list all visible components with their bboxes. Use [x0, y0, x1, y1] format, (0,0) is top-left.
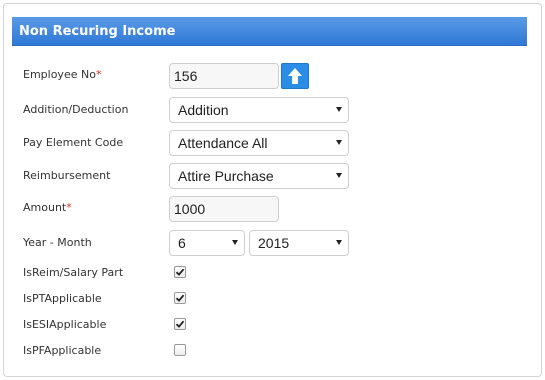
- is-reim-salary-part-label: IsReim/Salary Part: [23, 266, 124, 279]
- panel-title: Non Recuring Income: [19, 24, 176, 39]
- pay-element-code-value: Attendance All: [178, 135, 268, 151]
- month-select[interactable]: 6: [169, 230, 245, 256]
- amount-label: Amount*: [23, 201, 72, 214]
- check-icon: [175, 320, 185, 328]
- check-icon: [175, 294, 185, 302]
- addition-deduction-value: Addition: [178, 102, 229, 118]
- chevron-down-icon: [336, 107, 342, 112]
- is-pf-applicable-checkbox[interactable]: [174, 344, 186, 356]
- is-esi-applicable-checkbox[interactable]: [174, 318, 186, 330]
- amount-input[interactable]: 1000: [169, 196, 279, 222]
- chevron-down-icon: [336, 173, 342, 178]
- chevron-down-icon: [336, 240, 342, 245]
- addition-deduction-select[interactable]: Addition: [169, 97, 349, 123]
- is-pf-applicable-label: IsPFApplicable: [23, 344, 102, 357]
- arrow-up-icon: [288, 68, 302, 84]
- required-mark: *: [66, 201, 72, 214]
- reimbursement-label: Reimbursement: [23, 169, 111, 182]
- employee-no-input[interactable]: 156: [169, 63, 279, 89]
- reimbursement-value: Attire Purchase: [178, 168, 274, 184]
- year-value: 2015: [258, 235, 290, 251]
- chevron-down-icon: [232, 240, 238, 245]
- employee-lookup-button[interactable]: [281, 63, 309, 89]
- is-pt-applicable-checkbox[interactable]: [174, 292, 186, 304]
- check-icon: [175, 268, 185, 276]
- addition-deduction-label: Addition/Deduction: [23, 103, 129, 116]
- year-select[interactable]: 2015: [249, 230, 349, 256]
- is-pt-applicable-label: IsPTApplicable: [23, 292, 102, 305]
- pay-element-code-select[interactable]: Attendance All: [169, 130, 349, 156]
- reimbursement-select[interactable]: Attire Purchase: [169, 163, 349, 189]
- month-value: 6: [178, 235, 186, 251]
- year-month-label: Year - Month: [23, 236, 92, 249]
- is-esi-applicable-label: IsESIApplicable: [23, 318, 107, 331]
- panel-header: Non Recuring Income: [12, 17, 527, 46]
- pay-element-code-label: Pay Element Code: [23, 136, 124, 149]
- is-reim-salary-part-checkbox[interactable]: [174, 266, 186, 278]
- chevron-down-icon: [336, 140, 342, 145]
- employee-no-label: Employee No*: [23, 68, 102, 81]
- required-mark: *: [95, 68, 102, 81]
